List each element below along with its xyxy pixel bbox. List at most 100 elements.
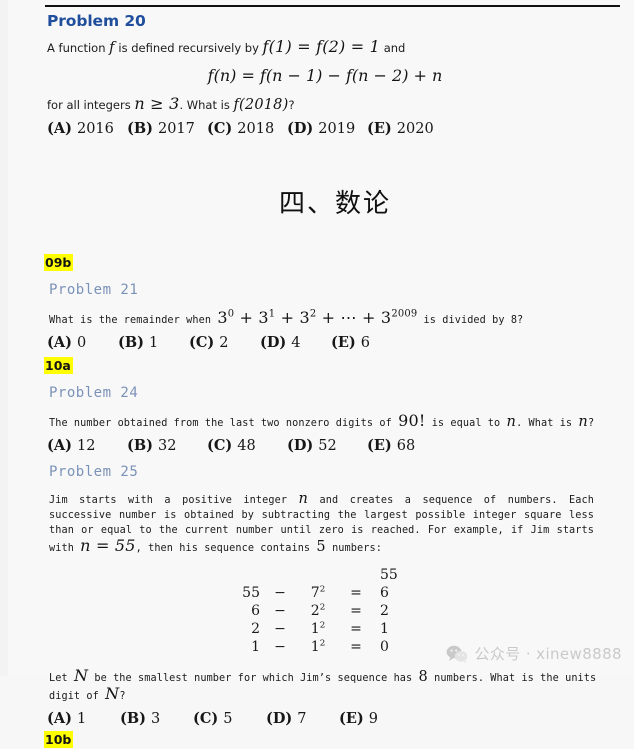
- choice-a-value: 2016: [76, 121, 114, 137]
- p21-text-a: What is the remainder when: [49, 315, 218, 326]
- choice-d-value: 52: [318, 438, 337, 454]
- p20-text-a: A function: [47, 41, 110, 55]
- choice-b-value: 1: [148, 335, 159, 351]
- seq-row2-num: 2: [251, 621, 260, 637]
- problem-21-choices: (A) 0 (B) 1 (C) 2 (D) 4 (E) 6: [47, 334, 625, 351]
- choice-d[interactable]: (D) 7: [266, 710, 339, 727]
- choice-e-value: 68: [396, 438, 416, 454]
- choice-a[interactable]: (A) 2016: [47, 120, 127, 137]
- choice-d[interactable]: (D) 52: [287, 437, 367, 454]
- problem-25-statement-para1: Jim starts with a positive integer n and…: [49, 492, 594, 556]
- seq-row2-op: −: [274, 621, 286, 637]
- choice-a[interactable]: (A) 0: [47, 334, 118, 351]
- choice-b[interactable]: (B) 32: [127, 437, 207, 454]
- choice-c[interactable]: (C) 2018: [207, 120, 287, 137]
- choice-a-label: (A): [47, 334, 72, 351]
- choice-b-value: 32: [157, 438, 177, 454]
- problem-24-heading: Problem 24: [49, 385, 139, 401]
- choice-d[interactable]: (D) 4: [260, 334, 331, 351]
- p20-text-d: for all integers: [47, 98, 135, 112]
- choice-a-value: 12: [76, 438, 96, 454]
- p20-text-e: . What is: [179, 98, 234, 112]
- choice-a[interactable]: (A) 12: [47, 437, 127, 454]
- choice-c-value: 5: [223, 711, 233, 727]
- problem-20-question: for all integers n ≥ 3. What is f(2018)?: [47, 95, 625, 114]
- p20-math-f2018: f(2018): [233, 97, 289, 113]
- choice-e-label: (E): [367, 437, 392, 454]
- document-content: Problem 20 A function f is defined recur…: [44, 10, 625, 749]
- table-row: 1 − 12 = 0: [227, 638, 413, 656]
- choice-b-value: 3: [150, 711, 161, 727]
- p20-text-f: ?: [288, 98, 295, 112]
- p21-math-sum: 30 + 31 + 32 + ⋯ + 32009: [217, 308, 418, 327]
- choice-b-value: 2017: [157, 121, 195, 137]
- p25-math-five: 5: [316, 539, 326, 555]
- choice-b[interactable]: (B) 1: [118, 334, 189, 351]
- choice-e-value: 2020: [396, 121, 434, 137]
- p20-text-b: is defined recursively by: [114, 41, 263, 55]
- choice-e-label: (E): [339, 710, 364, 727]
- choice-a-value: 0: [76, 335, 87, 351]
- problem-20-choices: (A) 2016 (B) 2017 (C) 2018 (D) 2019 (E) 2020: [47, 120, 625, 137]
- page-left-gutter: [0, 0, 8, 676]
- problem-block-20: Problem 20 A function f is defined recur…: [45, 12, 625, 137]
- choice-d-label: (D): [260, 334, 287, 351]
- choice-d-label: (D): [266, 710, 293, 727]
- p24-math-n2: n: [578, 414, 588, 430]
- section-title: 四、数论: [278, 189, 391, 219]
- p25-math-n55: n = 55: [80, 536, 136, 555]
- choice-a[interactable]: (A) 1: [47, 710, 120, 727]
- choice-b[interactable]: (B) 2017: [127, 120, 207, 137]
- choice-e[interactable]: (E) 2020: [367, 120, 447, 137]
- problem-block-24: 10a Problem 24 The number obtained from …: [44, 357, 625, 454]
- choice-d[interactable]: (D) 2019: [287, 120, 367, 137]
- choice-e-label: (E): [331, 334, 356, 351]
- sequence-table-wrapper: 55 55 − 72 = 6 6 − 22 = 2 2 − 12 = 1 1 −…: [45, 566, 625, 656]
- seq-header-blank-3: [298, 566, 338, 584]
- choice-b-label: (B): [120, 710, 146, 727]
- p21-text-b: is divided by 8?: [417, 315, 524, 326]
- problem-21-statement: What is the remainder when 30 + 31 + 32 …: [49, 308, 625, 328]
- seq-row1-base: 2: [310, 603, 320, 619]
- choice-e[interactable]: (E) 68: [367, 437, 447, 454]
- seq-row1-exp: 2: [319, 602, 326, 613]
- seq-row0-exp: 2: [319, 584, 326, 595]
- seq-row1-num: 6: [251, 603, 260, 619]
- p25-text-f: be the smallest number for which Jim’s s…: [88, 673, 419, 684]
- choice-b-label: (B): [118, 334, 144, 351]
- choice-b[interactable]: (B) 3: [120, 710, 193, 727]
- seq-row3-result: 0: [380, 639, 389, 655]
- problem-21-heading: Problem 21: [49, 282, 139, 298]
- seq-row0-op: −: [274, 585, 286, 601]
- p24-math-factorial: 90!: [398, 411, 426, 430]
- seq-header-value: 55: [380, 567, 398, 583]
- choice-c[interactable]: (C) 48: [207, 437, 287, 454]
- highlight-tag-10a: 10a: [44, 357, 73, 374]
- problem-block-25: Problem 25 Jim starts with a positive in…: [44, 464, 625, 749]
- seq-row3-base: 1: [310, 639, 320, 655]
- problem-24-choices: (A) 12 (B) 32 (C) 48 (D) 52 (E) 68: [47, 437, 625, 454]
- seq-row3-exp: 2: [319, 638, 326, 649]
- p25-text-e: Let: [49, 673, 74, 684]
- p24-text-a: The number obtained from the last two no…: [49, 418, 399, 429]
- seq-row1-result: 2: [380, 603, 389, 619]
- seq-header-blank-2: [262, 566, 298, 584]
- choice-e-value: 9: [368, 711, 379, 727]
- problem-20-heading: Problem 20: [47, 12, 146, 30]
- p24-text-b: is equal to: [425, 418, 507, 429]
- p25-math-N2: N: [105, 684, 120, 703]
- p24-math-n: n: [506, 414, 517, 430]
- seq-row0-square: 72: [298, 584, 338, 602]
- choice-c[interactable]: (C) 5: [193, 710, 266, 727]
- choice-e[interactable]: (E) 6: [331, 334, 402, 351]
- choice-e[interactable]: (E) 9: [339, 710, 412, 727]
- choice-c-label: (C): [207, 120, 233, 137]
- problem-25-statement-para2: Let N be the smallest number for which J…: [49, 668, 625, 704]
- choice-c[interactable]: (C) 2: [189, 334, 260, 351]
- seq-row3-num: 1: [251, 639, 260, 655]
- choice-c-value: 2: [219, 335, 229, 351]
- p25-text-d: numbers:: [325, 543, 382, 554]
- choice-c-value: 48: [237, 438, 256, 454]
- p20-text-c: and: [380, 41, 406, 55]
- top-horizontal-rule: [45, 5, 620, 7]
